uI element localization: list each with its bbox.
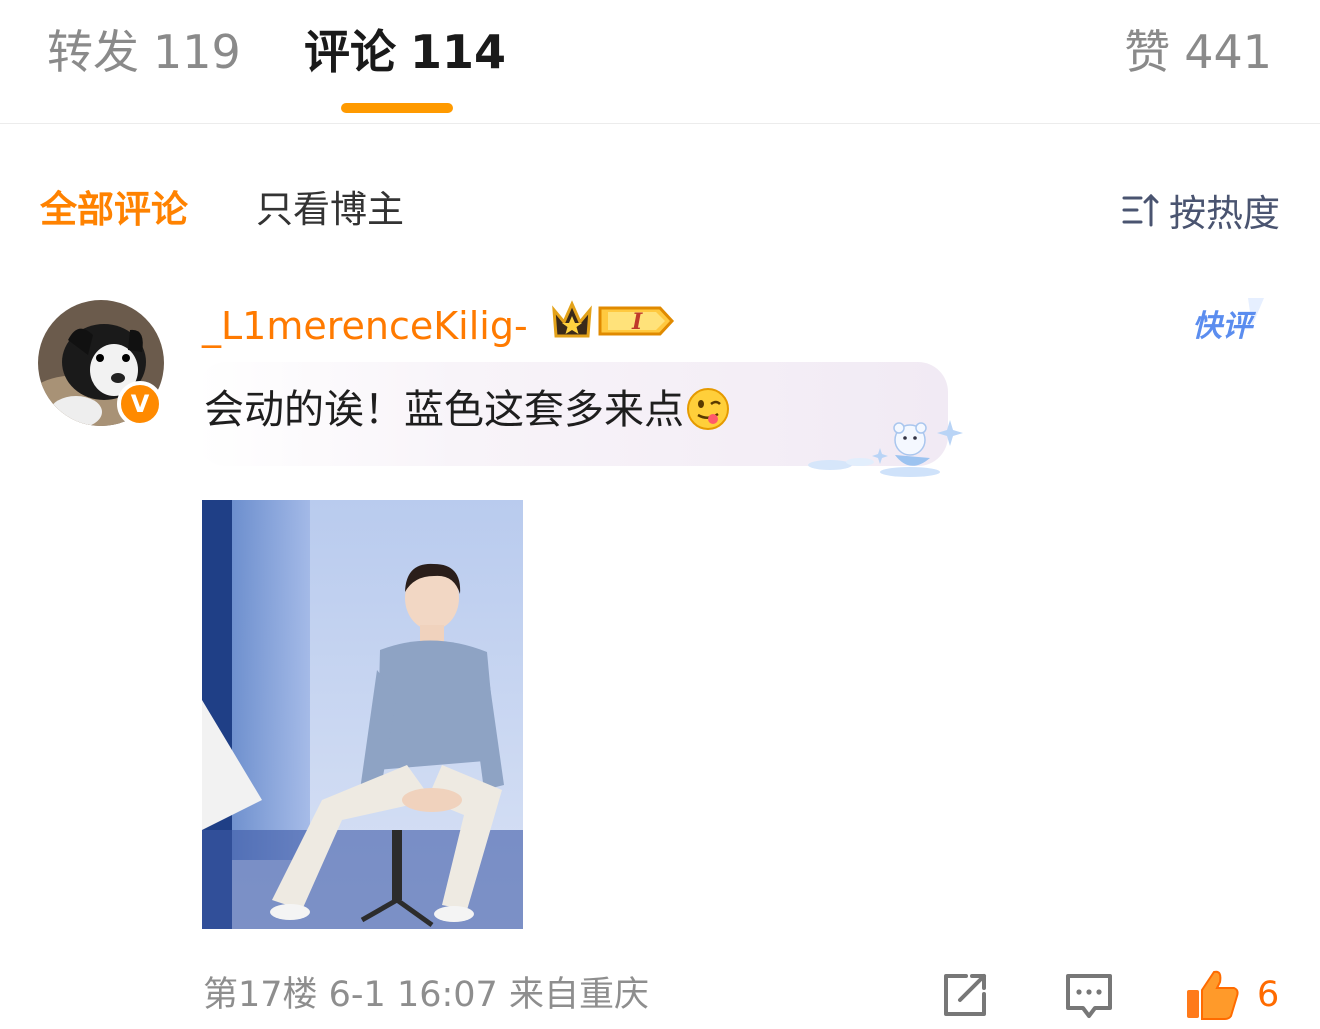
tab-comment-count: 114 [410, 25, 507, 79]
tab-comment-label: 评论 [304, 25, 396, 79]
active-tab-indicator [341, 103, 453, 113]
bear-decoration-icon [808, 420, 963, 477]
share-icon[interactable] [940, 968, 990, 1022]
comment-photo [202, 500, 523, 929]
badge-level: I [631, 309, 643, 335]
like-count: 6 [1257, 975, 1280, 1015]
tab-repost-count: 119 [153, 25, 241, 79]
comment-image[interactable] [202, 500, 523, 929]
comment-meta: 第17楼 6-1 16:07 来自重庆 [203, 975, 649, 1015]
tab-like-label: 赞 [1124, 25, 1171, 79]
username[interactable]: _L1merenceKilig- [202, 300, 528, 352]
emoji-tongue-icon [687, 388, 729, 430]
sort-icon [1122, 193, 1159, 227]
sort-label: 按热度 [1169, 192, 1280, 235]
tab-like-count: 441 [1184, 25, 1272, 79]
quick-comment-label: 快评 [1192, 310, 1257, 343]
verified-badge: V [117, 381, 163, 427]
tab-comment[interactable]: 评论 114 [304, 22, 506, 82]
crown-badge-icon: I [552, 300, 675, 338]
tab-like[interactable]: 赞 441 [1124, 22, 1272, 82]
tab-bar: 转发 119 评论 114 赞 441 [0, 0, 1320, 124]
filter-host-only[interactable]: 只看博主 [256, 184, 404, 236]
sort-button[interactable]: 按热度 [1121, 184, 1280, 236]
comment-text: 会动的诶！蓝色这套多来点 [204, 387, 684, 433]
tab-repost-label: 转发 [47, 25, 139, 79]
comment-screen: 转发 119 评论 114 赞 441 全部评论 只看博主 按热度 V _L1m… [0, 0, 1320, 1029]
thumbs-up-icon[interactable] [1184, 968, 1240, 1022]
comment-body: 会动的诶！蓝色这套多来点 [204, 382, 730, 438]
tab-repost[interactable]: 转发 119 [47, 22, 241, 82]
filter-all-comments[interactable]: 全部评论 [40, 184, 188, 236]
quick-comment-icon[interactable]: 快评 [1190, 296, 1274, 348]
reply-icon[interactable] [1064, 968, 1114, 1022]
